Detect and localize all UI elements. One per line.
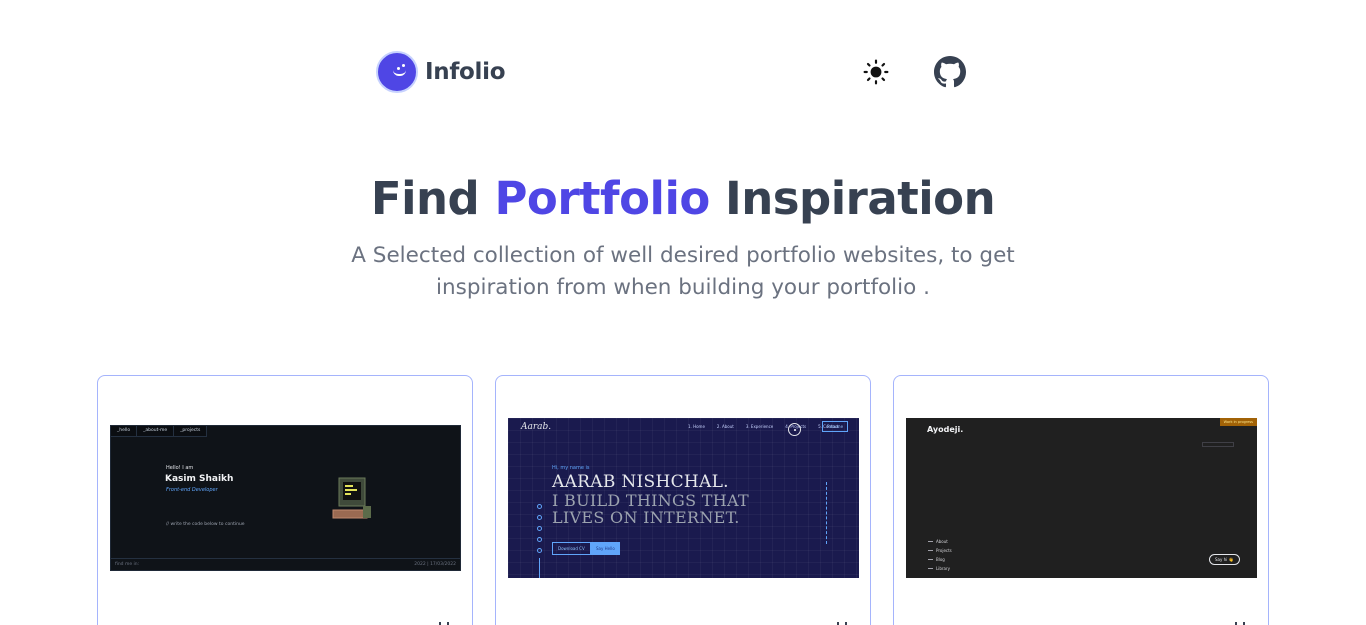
- thumb-comment: // write the code below to continue: [166, 522, 245, 527]
- thumb-nav-item: 2. About: [716, 424, 734, 429]
- social-icon: [537, 548, 542, 553]
- thumb-social-icons: [537, 504, 543, 553]
- thumb-resume-button: Resume: [822, 421, 849, 432]
- logo-text: Infolio: [425, 59, 506, 85]
- thumb-tab: _projects: [174, 426, 208, 436]
- sun-icon: [863, 59, 889, 85]
- card-action-icon[interactable]: [1234, 620, 1246, 625]
- portfolio-thumbnail[interactable]: Ayodeji. Work in progress About Projects…: [906, 418, 1257, 578]
- thumb-footer: find me in: 2022 | 17/03/2022: [111, 558, 460, 570]
- title-suffix: Inspiration: [709, 172, 996, 225]
- github-link[interactable]: [934, 56, 966, 88]
- thumb-headline-line1: AARAB NISHCHAL.: [552, 472, 729, 492]
- thumb-logo: Ayodeji.: [927, 425, 964, 434]
- site-logo[interactable]: Infolio: [376, 51, 506, 93]
- logo-icon: [376, 51, 418, 93]
- site-header: Infolio: [0, 0, 1366, 140]
- subtitle-line-2: inspiration from when building your port…: [436, 275, 930, 300]
- thumb-nav-item: 1. Home: [688, 424, 705, 429]
- portfolio-thumbnail[interactable]: Aarab. 1. Home 2. About 3. Experience 4.…: [508, 418, 859, 578]
- thumb-menu: About Projects Blog Library: [928, 539, 952, 571]
- thumb-tabs: _hello _about-me _projects: [111, 426, 208, 437]
- thumb-pill: [1202, 442, 1234, 447]
- portfolio-card[interactable]: Aarab. 1. Home 2. About 3. Experience 4.…: [495, 375, 871, 625]
- portfolio-card[interactable]: Ayodeji. Work in progress About Projects…: [893, 375, 1269, 625]
- thumb-headline: AARAB NISHCHAL. I BUILD THINGS THAT LIVE…: [552, 472, 749, 527]
- page-subtitle: A Selected collection of well desired po…: [313, 240, 1053, 304]
- thumb-say-hi-button: Say hi 👋: [1209, 554, 1240, 565]
- card-action-icon[interactable]: [836, 620, 848, 625]
- thumb-greeting: Hello! I am: [166, 465, 194, 471]
- card-action-icon[interactable]: [438, 620, 450, 625]
- thumb-nav-item: 3. Experience: [745, 424, 774, 429]
- thumb-hello-button: Say Hello: [591, 542, 620, 555]
- thumb-name: Kasim Shaikh: [165, 474, 234, 484]
- thumb-role: Front-end Developer: [166, 487, 218, 493]
- thumb-tab: _about-me: [137, 426, 175, 436]
- thumb-menu-item: About: [936, 539, 948, 544]
- social-icon: [537, 537, 542, 542]
- theme-toggle-button[interactable]: [861, 57, 891, 87]
- divider: [539, 558, 540, 578]
- social-icon: [537, 504, 542, 509]
- title-accent: Portfolio: [494, 172, 710, 225]
- thumb-footer-left: find me in:: [115, 562, 140, 567]
- page-title: Find Portfolio Inspiration: [0, 172, 1366, 225]
- thumb-menu-item: Blog: [936, 557, 945, 562]
- divider: [826, 482, 827, 544]
- thumb-greeting: Hi, my name is: [552, 465, 590, 471]
- title-prefix: Find: [370, 172, 495, 225]
- thumb-cv-button: Download CV: [552, 542, 591, 555]
- thumb-menu-item: Projects: [936, 548, 952, 553]
- thumb-logo: Aarab.: [521, 422, 552, 432]
- thumb-headline-line2: I BUILD THINGS THAT: [552, 491, 749, 510]
- thumb-headline-line3: LIVES ON INTERNET.: [552, 508, 740, 527]
- thumb-menu-item: Library: [936, 566, 950, 571]
- subtitle-line-1: A Selected collection of well desired po…: [351, 243, 1015, 268]
- thumb-tab: _hello: [111, 426, 138, 436]
- github-icon: [934, 56, 966, 88]
- social-icon: [537, 515, 542, 520]
- portfolio-card[interactable]: _hello _about-me _projects Hello! I am K…: [97, 375, 473, 625]
- portfolio-thumbnail[interactable]: _hello _about-me _projects Hello! I am K…: [110, 425, 461, 571]
- social-icon: [537, 526, 542, 531]
- thumb-footer-right: 2022 | 17/03/2022: [414, 562, 456, 567]
- thumb-tag: Work in progress: [1219, 418, 1257, 426]
- thumb-nav: 1. Home 2. About 3. Experience 4. Projec…: [688, 424, 839, 429]
- retro-computer-icon: [332, 477, 371, 519]
- cursor-icon: [788, 423, 801, 436]
